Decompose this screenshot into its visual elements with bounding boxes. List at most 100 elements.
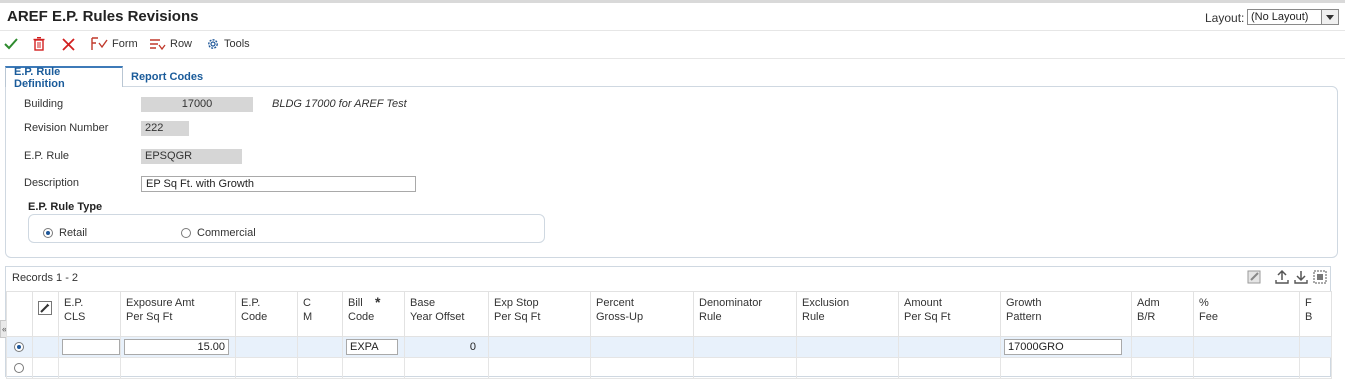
building-field: 17000: [141, 97, 253, 112]
tools-menu-button[interactable]: Tools: [206, 34, 250, 54]
col-exposure-amt[interactable]: Exposure Amt Per Sq Ft: [120, 291, 236, 337]
col-exclusion-rule-line1: Exclusion: [802, 297, 850, 309]
cm-cell[interactable]: [297, 336, 343, 358]
tab-ep-rule-definition[interactable]: E.P. Rule Definition: [5, 66, 123, 90]
tools-menu-label: Tools: [224, 38, 250, 50]
fb-cell[interactable]: [1299, 357, 1332, 379]
col-ep-code[interactable]: E.P. Code: [235, 291, 298, 337]
col-exclusion-rule[interactable]: Exclusion Rule: [796, 291, 899, 337]
radio-retail[interactable]: [43, 228, 53, 238]
base-year-offset-cell[interactable]: [404, 357, 489, 379]
percent-fee-cell[interactable]: [1193, 336, 1300, 358]
delete-button[interactable]: [33, 34, 45, 54]
adm-br-cell[interactable]: [1131, 357, 1194, 379]
col-exp-stop[interactable]: Exp Stop Per Sq Ft: [488, 291, 591, 337]
base-year-offset-cell[interactable]: 0: [404, 336, 489, 358]
percent-fee-cell[interactable]: [1193, 357, 1300, 379]
row-radio-cell[interactable]: [6, 357, 33, 379]
ep-cls-cell[interactable]: [58, 336, 121, 358]
radio-retail-label: Retail: [59, 227, 88, 239]
form-menu-label: Form: [112, 38, 138, 50]
col-ep-cls-line1: E.P.: [64, 297, 84, 309]
radio-commercial[interactable]: [181, 228, 191, 238]
col-percent-fee-line1: %: [1199, 297, 1209, 309]
revision-number-label: Revision Number: [24, 122, 109, 134]
exposure-amt-input[interactable]: 15.00: [124, 339, 229, 355]
col-amount-per-sq-ft[interactable]: Amount Per Sq Ft: [898, 291, 1001, 337]
edit-columns-icon: [38, 301, 52, 315]
ep-cls-cell[interactable]: [58, 357, 121, 379]
form-menu-button[interactable]: Form: [90, 34, 138, 54]
exclusion-rule-cell[interactable]: [796, 336, 899, 358]
col-ep-cls[interactable]: E.P. CLS: [58, 291, 121, 337]
ep-code-cell[interactable]: [235, 357, 298, 379]
description-input[interactable]: EP Sq Ft. with Growth: [141, 176, 416, 192]
col-denominator-rule-line2: Rule: [699, 311, 722, 323]
col-fb-line2: B: [1305, 311, 1313, 323]
amount-per-sq-ft-cell[interactable]: [898, 336, 1001, 358]
exposure-amt-cell[interactable]: 15.00: [120, 336, 236, 358]
exp-stop-cell[interactable]: [488, 336, 591, 358]
exclusion-rule-cell[interactable]: [796, 357, 899, 379]
denominator-rule-cell[interactable]: [693, 357, 797, 379]
bill-code-cell[interactable]: EXPA: [342, 336, 405, 358]
bill-code-cell[interactable]: [342, 357, 405, 379]
row-radio-cell[interactable]: [6, 336, 33, 358]
col-percent-gross-up-line1: Percent: [596, 297, 634, 309]
expand-grid-icon[interactable]: [1312, 269, 1328, 285]
exp-stop-cell[interactable]: [488, 357, 591, 379]
ep-code-cell[interactable]: [235, 336, 298, 358]
form-icon: [90, 37, 108, 51]
col-cm-line1: C: [303, 297, 311, 309]
col-exposure-amt-line1: Exposure Amt: [126, 297, 195, 309]
growth-pattern-cell[interactable]: 17000GRO: [1000, 336, 1132, 358]
tab-report-codes[interactable]: Report Codes: [123, 66, 211, 87]
layout-select[interactable]: (No Layout): [1247, 9, 1339, 25]
ok-button[interactable]: [4, 34, 18, 54]
denominator-rule-cell[interactable]: [693, 336, 797, 358]
adm-br-cell[interactable]: [1131, 336, 1194, 358]
row-icon: [149, 37, 166, 51]
cm-cell[interactable]: [297, 357, 343, 379]
column-options-header[interactable]: [32, 291, 59, 337]
revision-number-field: 222: [141, 121, 189, 136]
col-fb[interactable]: FB: [1299, 291, 1332, 337]
growth-pattern-input[interactable]: 17000GRO: [1004, 339, 1122, 355]
table-row[interactable]: 15.00 EXPA 0 17000GRO: [6, 336, 1332, 358]
building-label: Building: [24, 98, 64, 110]
col-adm-br-line2: B/R: [1137, 311, 1156, 323]
row-spacer-cell: [32, 336, 59, 358]
x-icon: [62, 37, 75, 51]
col-cm[interactable]: CM: [297, 291, 343, 337]
chevron-down-icon[interactable]: [1321, 10, 1338, 24]
col-bill-code[interactable]: Bill * Code: [342, 291, 405, 337]
col-adm-br[interactable]: Adm B/R: [1131, 291, 1194, 337]
upload-icon[interactable]: [1274, 269, 1290, 285]
edit-grid-icon[interactable]: [1247, 269, 1263, 285]
ep-cls-input[interactable]: [62, 339, 120, 355]
row-select-radio[interactable]: [14, 363, 24, 373]
col-base-year-offset[interactable]: Base Year Offset: [404, 291, 489, 337]
growth-pattern-cell[interactable]: [1000, 357, 1132, 379]
row-menu-button[interactable]: Row: [149, 34, 192, 54]
percent-gross-up-cell[interactable]: [590, 357, 694, 379]
bill-code-input[interactable]: EXPA: [346, 339, 398, 355]
exposure-amt-cell[interactable]: [120, 357, 236, 379]
window-top-border: [0, 0, 1345, 3]
ep-rule-field: EPSQGR: [141, 149, 242, 164]
percent-gross-up-cell[interactable]: [590, 336, 694, 358]
col-percent-fee-line2: Fee: [1199, 311, 1218, 323]
ep-rule-label: E.P. Rule: [24, 150, 70, 162]
download-icon[interactable]: [1293, 269, 1309, 285]
table-row[interactable]: [6, 357, 1332, 379]
ep-rule-type-label: E.P. Rule Type: [28, 201, 103, 213]
col-percent-gross-up[interactable]: Percent Gross-Up: [590, 291, 694, 337]
cancel-button[interactable]: [62, 34, 75, 54]
col-denominator-rule-line1: Denominator: [699, 297, 762, 309]
col-percent-fee[interactable]: % Fee: [1193, 291, 1300, 337]
col-growth-pattern[interactable]: Growth Pattern: [1000, 291, 1132, 337]
amount-per-sq-ft-cell[interactable]: [898, 357, 1001, 379]
col-denominator-rule[interactable]: Denominator Rule: [693, 291, 797, 337]
fb-cell[interactable]: [1299, 336, 1332, 358]
row-select-radio[interactable]: [14, 342, 24, 352]
